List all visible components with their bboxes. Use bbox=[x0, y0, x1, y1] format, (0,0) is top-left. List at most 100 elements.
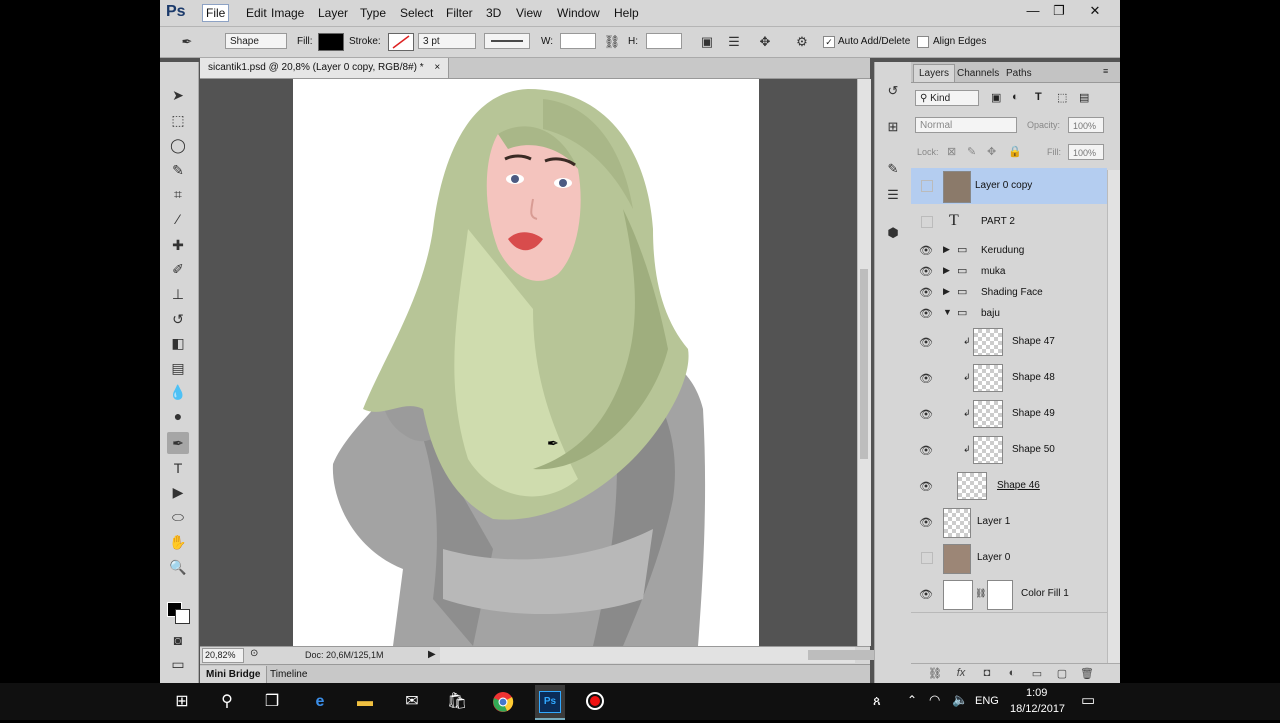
brush-tool-icon[interactable]: ✐ bbox=[167, 258, 189, 280]
fill-swatch[interactable] bbox=[318, 33, 344, 51]
type-tool-icon[interactable]: T bbox=[167, 457, 189, 479]
blend-mode-select[interactable]: Normal bbox=[915, 117, 1017, 133]
menu-filter[interactable]: Filter bbox=[443, 5, 476, 21]
new-layer-icon[interactable]: ▢ bbox=[1054, 667, 1070, 681]
layers-scrollbar[interactable] bbox=[1107, 170, 1120, 663]
clone-stamp-tool-icon[interactable]: ⊥ bbox=[167, 283, 189, 305]
lock-pixels-icon[interactable]: ✎ bbox=[967, 145, 976, 158]
align-edges-checkbox[interactable] bbox=[917, 36, 929, 48]
layer-row[interactable]: 👁 ↲ Shape 49 bbox=[911, 396, 1107, 433]
vertical-scroll-thumb[interactable] bbox=[860, 269, 868, 459]
marquee-tool-icon[interactable]: ⬚ bbox=[167, 109, 189, 131]
filter-adjustment-icon[interactable]: ◐ bbox=[1012, 91, 1019, 103]
volume-icon[interactable]: 🔈 bbox=[952, 692, 968, 708]
pen-tool-icon[interactable]: ✒ bbox=[167, 432, 189, 454]
mail-icon[interactable]: ✉ bbox=[398, 688, 426, 716]
expand-arrow-icon[interactable]: ▶ bbox=[943, 286, 950, 297]
background-color-swatch[interactable] bbox=[175, 609, 190, 624]
tab-channels[interactable]: Channels bbox=[952, 65, 1004, 82]
lock-transparent-icon[interactable]: ⊠ bbox=[947, 145, 956, 158]
start-windows-icon[interactable]: ⊞ bbox=[168, 688, 196, 716]
menu-window[interactable]: Window bbox=[554, 5, 603, 21]
tab-layers[interactable]: Layers bbox=[913, 64, 956, 82]
layer-row[interactable]: 👁 ↲ Shape 48 bbox=[911, 360, 1107, 397]
layer-group-row[interactable]: 👁 ▶ ▭ Kerudung bbox=[911, 240, 1107, 262]
layer-group-row[interactable]: 👁 ▼ ▭ baju bbox=[911, 303, 1107, 325]
pen-tool-preset-icon[interactable]: ✒ bbox=[178, 33, 196, 51]
new-group-icon[interactable]: ▭ bbox=[1029, 667, 1045, 681]
height-input[interactable] bbox=[646, 33, 682, 49]
mask-link-icon[interactable]: ⛓ bbox=[975, 588, 986, 599]
eye-icon[interactable]: 👁 bbox=[919, 372, 933, 385]
status-menu-arrow-icon[interactable]: ▶ bbox=[428, 649, 436, 660]
layer-row[interactable]: 👁 ↲ Shape 50 bbox=[911, 432, 1107, 469]
layer-row[interactable]: 👁 Shape 46 bbox=[911, 468, 1107, 505]
menu-select[interactable]: Select bbox=[397, 5, 436, 21]
quick-mask-icon[interactable]: ◙ bbox=[167, 629, 189, 651]
clock-date[interactable]: 18/12/2017 bbox=[1010, 703, 1065, 715]
people-icon[interactable]: ጰ bbox=[873, 693, 881, 709]
eraser-tool-icon[interactable]: ◧ bbox=[167, 332, 189, 354]
layer-style-icon[interactable]: fx bbox=[953, 667, 969, 681]
stroke-swatch[interactable] bbox=[388, 33, 414, 51]
menu-layer[interactable]: Layer bbox=[315, 5, 351, 21]
layer-row[interactable]: Layer 0 copy bbox=[911, 168, 1107, 205]
layer-row[interactable]: 👁 Layer 1 bbox=[911, 504, 1107, 541]
brush-panel-icon[interactable]: ✎ bbox=[882, 158, 904, 180]
lock-all-icon[interactable]: 🔒 bbox=[1008, 145, 1022, 158]
eye-icon[interactable]: 👁 bbox=[919, 480, 933, 493]
stroke-type-select[interactable] bbox=[484, 33, 530, 49]
menu-file[interactable]: File bbox=[202, 4, 230, 22]
language-indicator[interactable]: ENG bbox=[975, 695, 999, 707]
store-icon[interactable]: 🛍 bbox=[443, 688, 471, 716]
adjustment-layer-icon[interactable]: ◐ bbox=[1004, 667, 1020, 681]
gear-icon[interactable]: ⚙ bbox=[793, 33, 811, 51]
blur-tool-icon[interactable]: 💧 bbox=[167, 381, 189, 403]
notifications-icon[interactable]: ▭ bbox=[1081, 691, 1095, 709]
width-input[interactable] bbox=[560, 33, 596, 49]
menu-type[interactable]: Type bbox=[357, 5, 389, 21]
properties-panel-icon[interactable]: ⊞ bbox=[882, 116, 904, 138]
ellipse-tool-icon[interactable]: ⬭ bbox=[167, 506, 189, 528]
tool-mode-select[interactable]: Shape bbox=[225, 33, 287, 49]
expand-arrow-icon[interactable]: ▶ bbox=[943, 244, 950, 255]
collapse-arrow-icon[interactable]: ▼ bbox=[943, 307, 952, 317]
layer-filter-select[interactable]: ⚲ Kind bbox=[915, 90, 979, 106]
record-icon[interactable] bbox=[586, 692, 604, 710]
path-selection-tool-icon[interactable]: ▶ bbox=[167, 481, 189, 503]
close-document-icon[interactable]: × bbox=[434, 62, 440, 73]
document-canvas[interactable]: ✒ bbox=[293, 79, 759, 646]
path-arrangement-icon[interactable]: ✥ bbox=[756, 33, 774, 51]
tab-paths[interactable]: Paths bbox=[1001, 65, 1037, 82]
link-icon[interactable]: ⛓ bbox=[603, 33, 621, 51]
lasso-tool-icon[interactable]: ◯ bbox=[167, 134, 189, 156]
crop-tool-icon[interactable]: ⌗ bbox=[167, 183, 189, 205]
menu-edit[interactable]: Edit bbox=[243, 5, 270, 21]
dodge-tool-icon[interactable]: ● bbox=[167, 405, 189, 427]
hand-tool-icon[interactable]: ✋ bbox=[167, 531, 189, 553]
menu-3d[interactable]: 3D bbox=[483, 5, 504, 21]
filter-pixel-icon[interactable]: ▣ bbox=[991, 91, 1001, 104]
file-explorer-icon[interactable]: ▬ bbox=[351, 688, 379, 716]
add-mask-icon[interactable]: ◘ bbox=[979, 667, 995, 681]
vertical-scrollbar[interactable] bbox=[857, 79, 871, 646]
adjustments-panel-icon[interactable]: ☰ bbox=[882, 184, 904, 206]
healing-brush-tool-icon[interactable]: ✚ bbox=[167, 234, 189, 256]
photoshop-taskbar-button[interactable]: Ps bbox=[535, 685, 565, 720]
expand-arrow-icon[interactable]: ▶ bbox=[943, 265, 950, 276]
eye-icon[interactable]: 👁 bbox=[919, 286, 933, 299]
clock-time[interactable]: 1:09 bbox=[1026, 687, 1047, 699]
move-tool-icon[interactable]: ➤ bbox=[167, 84, 189, 106]
eye-icon[interactable]: 👁 bbox=[919, 444, 933, 457]
gradient-tool-icon[interactable]: ▤ bbox=[167, 357, 189, 379]
menu-image[interactable]: Image bbox=[268, 5, 307, 21]
zoom-level-field[interactable]: 20,82% bbox=[202, 648, 244, 663]
layer-group-row[interactable]: 👁 ▶ ▭ muka bbox=[911, 261, 1107, 283]
eye-icon[interactable]: 👁 bbox=[919, 265, 933, 278]
restore-button[interactable]: ❐ bbox=[1046, 2, 1072, 20]
edge-browser-icon[interactable]: e bbox=[306, 688, 334, 716]
tray-expand-icon[interactable]: ⌃ bbox=[907, 693, 917, 707]
status-icon[interactable]: ⊙ bbox=[250, 648, 258, 659]
eye-icon[interactable]: 👁 bbox=[919, 408, 933, 421]
visibility-off-box[interactable] bbox=[921, 216, 933, 228]
